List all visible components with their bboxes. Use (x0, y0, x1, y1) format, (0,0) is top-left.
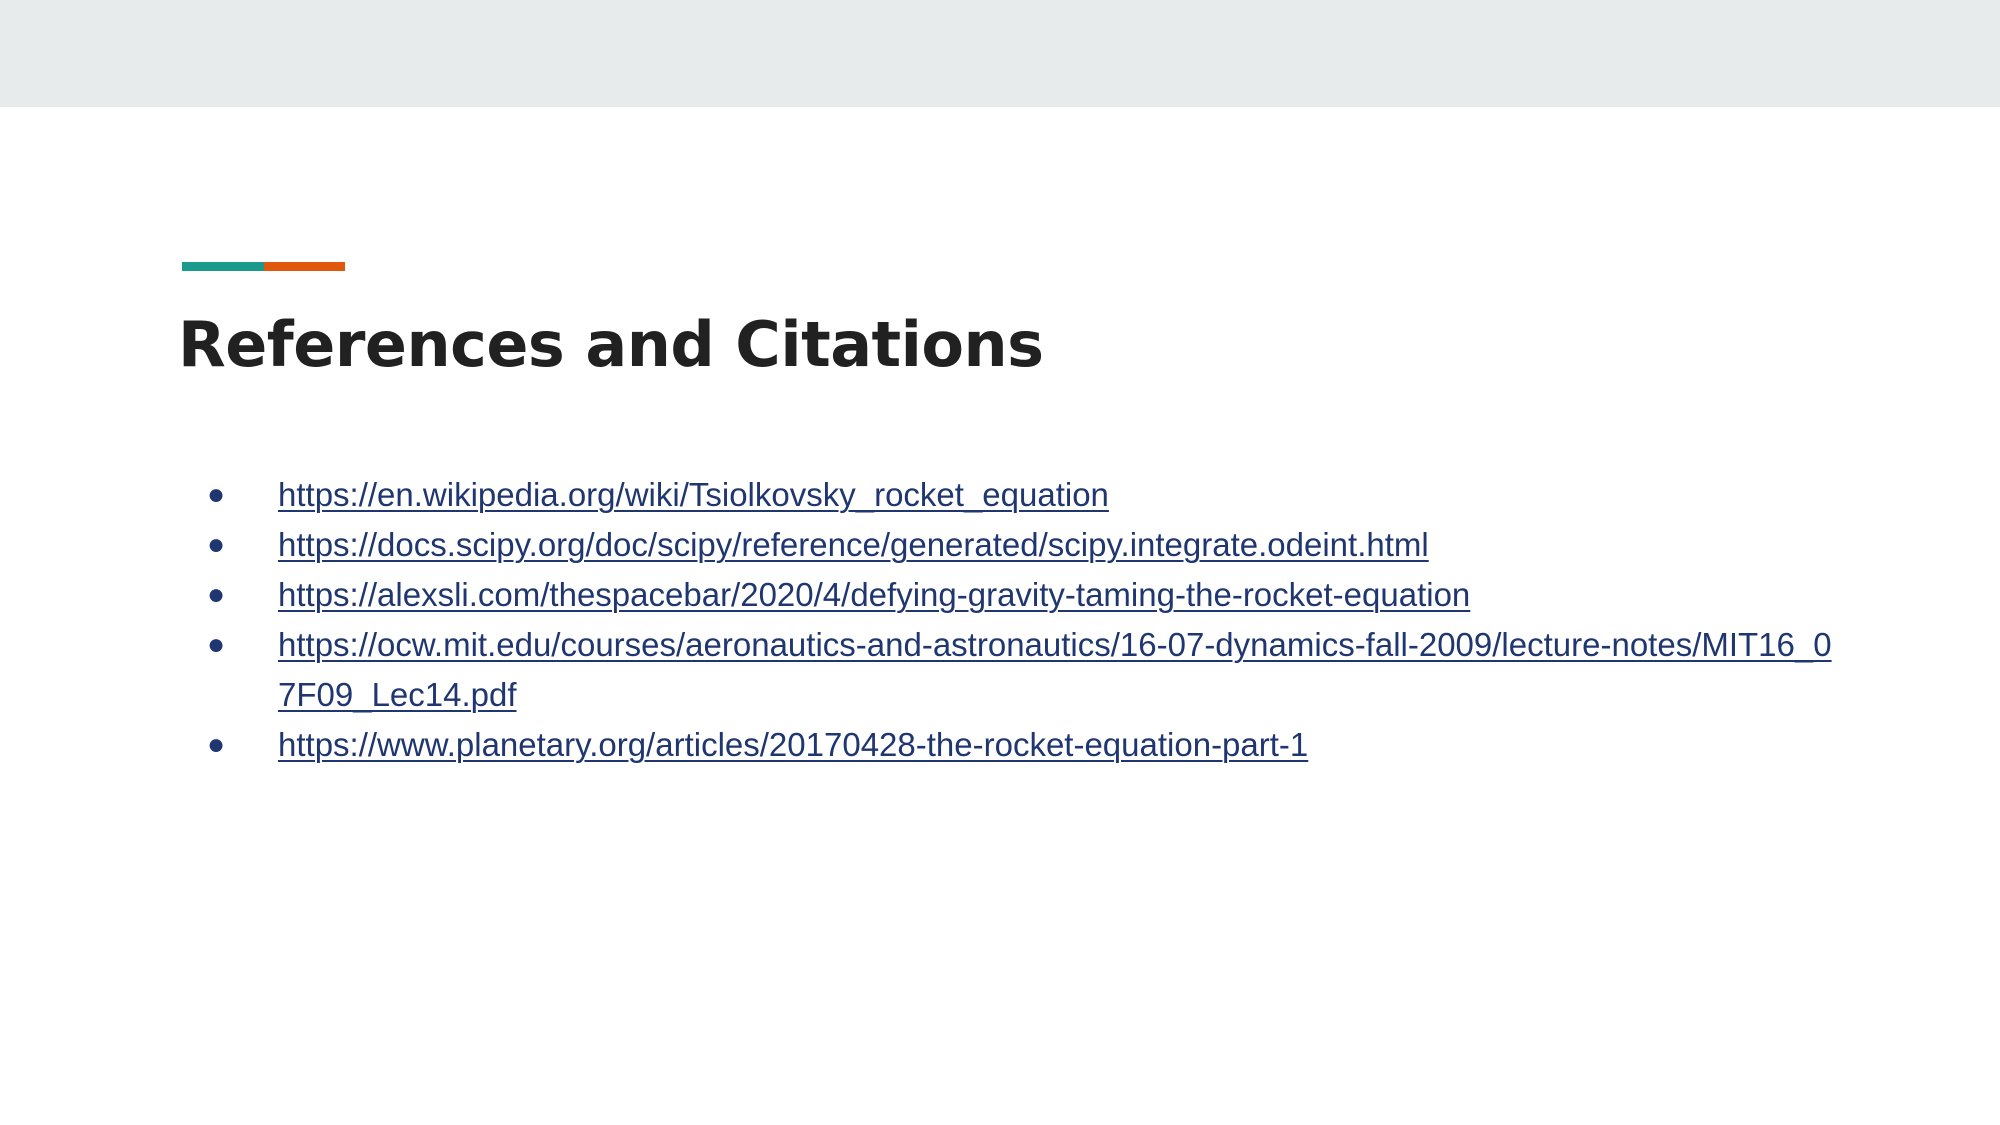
accent-orange-segment (264, 262, 345, 271)
references-list: ● https://en.wikipedia.org/wiki/Tsiolkov… (207, 470, 1838, 770)
reference-link-planetary[interactable]: https://www.planetary.org/articles/20170… (278, 726, 1308, 763)
bullet-icon: ● (207, 728, 226, 761)
reference-item: ● https://en.wikipedia.org/wiki/Tsiolkov… (207, 470, 1838, 520)
reference-item: ● https://alexsli.com/thespacebar/2020/4… (207, 570, 1838, 620)
title-accent-bar (182, 262, 345, 271)
reference-item: ● https://www.planetary.org/articles/201… (207, 720, 1838, 770)
bullet-icon: ● (207, 528, 226, 561)
reference-item: ● https://docs.scipy.org/doc/scipy/refer… (207, 520, 1838, 570)
reference-link-scipy[interactable]: https://docs.scipy.org/doc/scipy/referen… (278, 526, 1429, 563)
slide-title: References and Citations (178, 308, 1044, 381)
reference-link-alexsli[interactable]: https://alexsli.com/thespacebar/2020/4/d… (278, 576, 1470, 613)
slide: References and Citations ● https://en.wi… (0, 0, 2000, 1125)
reference-link-mit-ocw[interactable]: https://ocw.mit.edu/courses/aeronautics-… (278, 626, 1832, 713)
bullet-icon: ● (207, 478, 226, 511)
bullet-icon: ● (207, 628, 226, 661)
reference-link-wikipedia[interactable]: https://en.wikipedia.org/wiki/Tsiolkovsk… (278, 476, 1109, 513)
reference-item: ● https://ocw.mit.edu/courses/aeronautic… (207, 620, 1838, 720)
top-band (0, 0, 2000, 107)
bullet-icon: ● (207, 578, 226, 611)
accent-teal-segment (182, 262, 264, 271)
